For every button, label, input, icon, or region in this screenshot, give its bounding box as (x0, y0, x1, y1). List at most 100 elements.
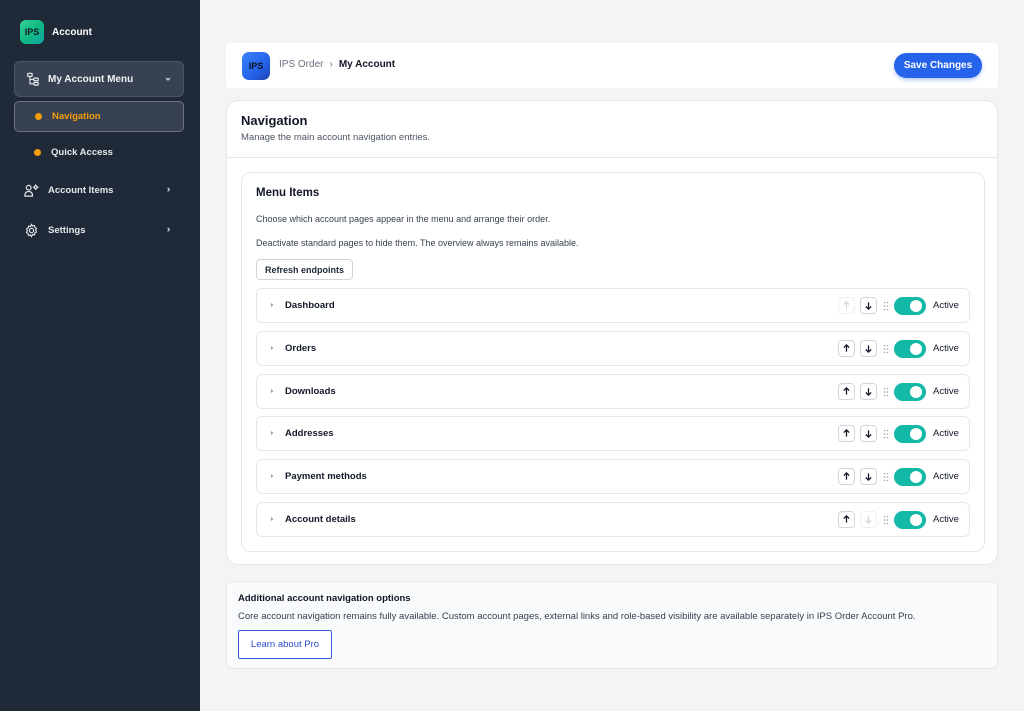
toggle-knob (910, 471, 922, 484)
user-gear-icon (24, 183, 39, 197)
move-up-button[interactable] (838, 339, 855, 357)
arrow-down-icon (865, 516, 872, 524)
menu-items-title: Menu Items (256, 187, 320, 199)
move-up-button[interactable] (838, 510, 855, 528)
drag-handle-icon[interactable] (883, 387, 889, 397)
breadcrumb: IPS Order › My Account (279, 59, 395, 70)
status-label: Active (933, 342, 959, 354)
sidebar-group-label: My Account Menu (48, 73, 134, 85)
menu-item-row[interactable]: Addresses Active (256, 416, 970, 452)
save-changes-button[interactable]: Save Changes (894, 53, 982, 78)
breadcrumb-parent[interactable]: IPS Order (279, 59, 323, 70)
caret-right-icon[interactable] (269, 345, 275, 351)
arrow-down-icon (865, 387, 872, 396)
pro-title: Additional account navigation options (238, 593, 411, 604)
menu-items-hint: Deactivate standard pages to hide them. … (256, 238, 579, 248)
menu-item-row[interactable]: Downloads Active (256, 373, 970, 409)
caret-right-icon[interactable] (269, 473, 275, 479)
move-down-button[interactable] (860, 339, 877, 357)
move-up-button[interactable] (838, 468, 855, 486)
menu-item-row[interactable]: Payment methods Active (256, 459, 970, 495)
caret-right-icon[interactable] (269, 430, 275, 436)
move-down-button[interactable] (860, 425, 877, 443)
arrow-up-icon (843, 472, 850, 480)
sitemap-icon (27, 72, 39, 86)
sidebar-item-quick-access[interactable]: Quick Access (14, 137, 184, 168)
brand-title: Account (52, 26, 92, 38)
status-label: Active (933, 471, 959, 483)
drag-handle-icon[interactable] (883, 472, 889, 482)
toggle-knob (910, 300, 922, 312)
brand: IPS Account (20, 20, 92, 44)
caret-right-icon[interactable] (269, 388, 275, 394)
menu-item-row[interactable]: Orders Active (256, 330, 970, 366)
active-toggle[interactable] (894, 468, 926, 487)
arrow-up-icon (843, 386, 850, 395)
active-toggle[interactable] (894, 382, 926, 401)
sidebar-item-navigation[interactable]: Navigation (14, 101, 184, 132)
learn-about-pro-button[interactable]: Learn about Pro (238, 630, 332, 659)
refresh-endpoints-button[interactable]: Refresh endpoints (256, 259, 354, 280)
move-down-button (860, 510, 877, 528)
menu-item-name: Account details (285, 513, 356, 525)
arrow-down-icon (865, 345, 872, 353)
status-label: Active (933, 300, 959, 311)
move-up-button[interactable] (838, 382, 855, 400)
active-toggle[interactable] (894, 297, 926, 315)
active-toggle[interactable] (894, 339, 926, 358)
move-up-button[interactable] (838, 425, 855, 443)
arrow-up-icon (843, 343, 850, 352)
sidebar-item-label: Quick Access (51, 147, 113, 158)
page-title: Navigation (241, 113, 308, 128)
caret-right-icon[interactable] (269, 516, 275, 522)
brand-logo: IPS (20, 20, 44, 44)
drag-handle-icon[interactable] (883, 301, 889, 311)
toggle-knob (910, 513, 922, 526)
menu-item-row[interactable]: Dashboard Active (256, 288, 970, 323)
menu-item-name: Orders (285, 342, 317, 354)
chevron-right-icon (167, 227, 171, 232)
app-logo: IPS (242, 52, 270, 80)
chevron-right-icon (167, 187, 171, 192)
menu-item-name: Dashboard (285, 300, 335, 311)
navigation-card: Navigation Manage the main account navig… (226, 100, 998, 565)
arrow-up-icon (843, 429, 850, 438)
menu-item-row[interactable]: Account details Active (256, 501, 970, 537)
status-label: Active (933, 513, 959, 525)
arrow-down-icon (865, 473, 872, 482)
move-down-button[interactable] (860, 382, 877, 400)
move-down-button[interactable] (860, 297, 877, 314)
move-up-button (838, 297, 855, 314)
sidebar-item-label: Account Items (48, 184, 114, 196)
sidebar: IPS Account My Account Menu Navigation Q… (0, 0, 200, 711)
sidebar-item-settings[interactable]: Settings (24, 220, 179, 240)
pro-text: Core account navigation remains fully av… (238, 611, 916, 622)
breadcrumb-separator-icon: › (329, 59, 333, 70)
sidebar-item-label: Settings (48, 224, 86, 236)
drag-handle-icon[interactable] (883, 515, 889, 525)
card-header: Navigation Manage the main account navig… (227, 101, 997, 158)
caret-right-icon[interactable] (269, 302, 275, 308)
toggle-knob (910, 342, 922, 355)
chevron-down-icon (165, 77, 171, 81)
sidebar-item-account-items[interactable]: Account Items (24, 180, 179, 200)
menu-items-list: Dashboard Active Orders Active Downloads Acti… (256, 288, 970, 545)
arrow-down-icon (865, 302, 872, 310)
drag-handle-icon[interactable] (883, 429, 889, 439)
toggle-knob (910, 428, 922, 441)
arrow-up-icon (843, 301, 850, 309)
menu-items-description: Choose which account pages appear in the… (256, 214, 551, 224)
active-toggle[interactable] (894, 510, 926, 529)
page-subtitle: Manage the main account navigation entri… (241, 132, 431, 143)
arrow-down-icon (865, 430, 872, 439)
gear-icon (25, 222, 38, 238)
menu-item-name: Downloads (285, 385, 336, 397)
active-toggle[interactable] (894, 425, 926, 444)
bullet-dot-icon (34, 149, 41, 156)
sidebar-group-my-account-menu[interactable]: My Account Menu (14, 61, 184, 97)
sidebar-item-label: Navigation (52, 111, 101, 122)
status-label: Active (933, 428, 959, 440)
breadcrumb-current: My Account (338, 59, 396, 70)
drag-handle-icon[interactable] (883, 344, 889, 354)
move-down-button[interactable] (860, 468, 877, 486)
